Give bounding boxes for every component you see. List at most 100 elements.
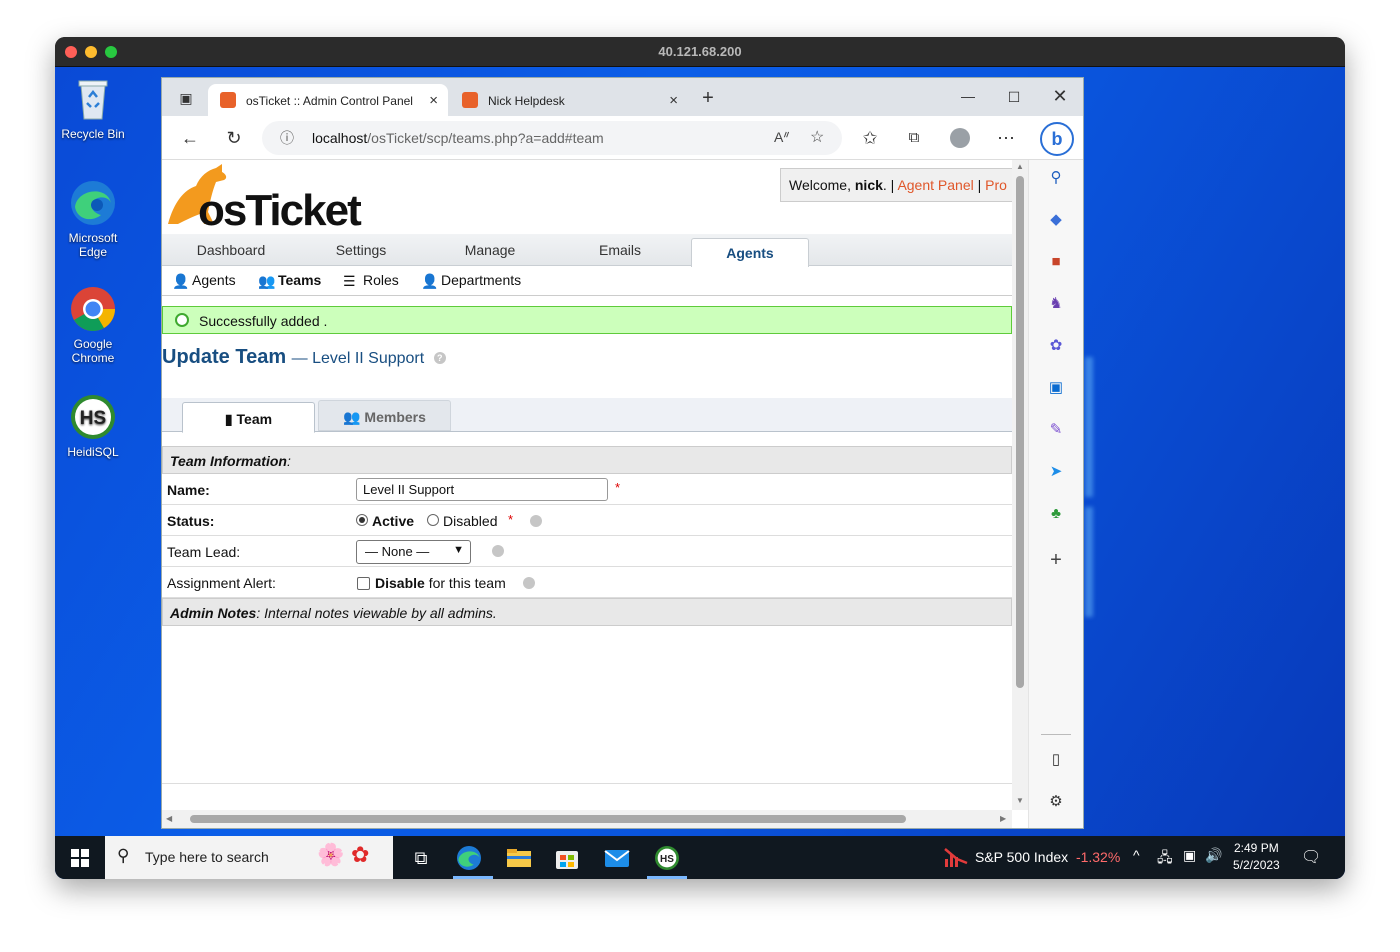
help-tip-icon[interactable]	[523, 577, 535, 589]
meet-now-icon[interactable]: ▣	[1183, 847, 1196, 864]
team-lead-select[interactable]: — None — ▼	[356, 540, 471, 564]
microsoft-365-icon[interactable]: ✿	[1046, 336, 1066, 356]
url-text: localhost/osTicket/scp/teams.php?a=add#t…	[312, 130, 604, 146]
new-tab-button[interactable]: +	[694, 84, 722, 112]
chevron-up-icon[interactable]: ^	[1133, 847, 1140, 863]
address-bar[interactable]: ⓘ localhost/osTicket/scp/teams.php?a=add…	[262, 121, 842, 155]
name-label: Name:	[167, 482, 210, 498]
subnav-teams[interactable]: 👥 Teams	[258, 272, 321, 289]
help-tip-icon[interactable]: ?	[433, 352, 446, 364]
add-icon[interactable]: +	[1046, 550, 1066, 570]
desktop-icon-label: Microsoft Edge	[68, 231, 118, 259]
nav-dashboard[interactable]: Dashboard	[172, 242, 290, 258]
shopping-tag-icon[interactable]: ◆	[1046, 210, 1066, 230]
bing-copilot-icon[interactable]: b	[1040, 122, 1074, 156]
assignment-alert-label: Assignment Alert:	[167, 575, 276, 591]
gear-icon[interactable]: ⚙	[1046, 792, 1066, 812]
more-menu-icon[interactable]: ⋯	[992, 124, 1020, 152]
refresh-icon[interactable]: ↻	[220, 124, 248, 152]
task-view-icon[interactable]: ⧉	[405, 842, 437, 874]
nav-emails[interactable]: Emails	[561, 242, 679, 258]
tab-osticket-admin[interactable]: osTicket :: Admin Control Panel ×	[208, 84, 448, 116]
tab-nick-helpdesk[interactable]: Nick Helpdesk ×	[450, 84, 688, 116]
file-explorer-icon[interactable]	[503, 842, 535, 874]
outlook-icon[interactable]: ▣	[1046, 378, 1066, 398]
windows-start-icon[interactable]	[71, 849, 89, 872]
subnav-roles[interactable]: ☰ Roles	[343, 272, 399, 289]
page-title: Update Team — Level II Support ?	[162, 346, 446, 369]
subnav-departments[interactable]: 👤 Departments	[421, 272, 521, 289]
taskbar-heidisql-icon[interactable]: HS	[651, 842, 683, 874]
status-disabled-radio[interactable]	[427, 514, 439, 526]
read-aloud-icon[interactable]: Aᐥ	[774, 129, 790, 146]
team-name-input[interactable]: Level II Support	[356, 478, 608, 501]
agent-panel-link[interactable]: Agent Panel	[897, 177, 973, 193]
horizontal-scrollbar[interactable]: ◀ ▶	[162, 810, 1012, 828]
desktop-icon-label: Google Chrome	[71, 337, 115, 365]
add-favorite-icon[interactable]: ☆	[810, 127, 824, 147]
nav-manage[interactable]: Manage	[431, 242, 549, 258]
disable-alert-text[interactable]: Disable for this team	[375, 575, 506, 591]
sidebar-divider	[1041, 734, 1071, 735]
info-icon[interactable]: ⓘ	[280, 128, 294, 148]
tab-actions-icon[interactable]: ▣	[172, 84, 200, 112]
notifications-icon[interactable]: 🗨	[1301, 847, 1321, 867]
help-tip-icon[interactable]	[530, 515, 542, 527]
scrollbar-thumb[interactable]	[190, 815, 906, 823]
profile-avatar-icon[interactable]	[946, 124, 974, 152]
volume-icon[interactable]: 🔊	[1205, 847, 1222, 864]
close-icon[interactable]: ✕	[1046, 82, 1074, 110]
status-active-label[interactable]: Active	[372, 513, 414, 529]
desktop-icon-heidisql[interactable]: HS HeidiSQL	[55, 393, 131, 459]
status-active-radio[interactable]	[356, 514, 368, 526]
tab-team[interactable]: ▮ Team	[182, 402, 315, 433]
tab-members[interactable]: 👥 Members	[318, 400, 451, 431]
tab-close-icon[interactable]: ×	[669, 92, 678, 109]
welcome-box: Welcome, nick. | Agent Panel | Pro	[780, 168, 1020, 202]
back-arrow-icon[interactable]: ←	[176, 124, 204, 152]
help-tip-icon[interactable]	[492, 545, 504, 557]
mail-icon[interactable]	[601, 842, 633, 874]
nav-agents-active[interactable]: Agents	[691, 238, 809, 267]
favorites-icon[interactable]: ✩	[856, 124, 884, 152]
games-icon[interactable]: ♞	[1046, 294, 1066, 314]
store-icon[interactable]	[551, 842, 583, 874]
network-icon[interactable]: 🖧	[1157, 847, 1173, 871]
desktop-icon-edge[interactable]: Microsoft Edge	[55, 179, 131, 259]
wallpaper-glow	[1085, 357, 1093, 497]
user-icon: 👤	[172, 273, 190, 289]
tab-close-icon[interactable]: ×	[429, 92, 438, 109]
subnav-agents[interactable]: 👤 Agents	[172, 272, 236, 289]
split-screen-icon[interactable]: ▯	[1046, 750, 1066, 770]
taskbar-search-box[interactable]: ⚲ Type here to search 🌸 ✿	[105, 836, 393, 879]
tools-icon[interactable]: ■	[1046, 252, 1066, 272]
minimize-icon[interactable]: —	[954, 82, 982, 110]
status-disabled-label[interactable]: Disabled	[443, 513, 497, 529]
stock-widget[interactable]: S&P 500 Index -1.32%	[975, 849, 1120, 865]
tree-icon[interactable]: ♣	[1046, 504, 1066, 524]
scroll-up-icon[interactable]: ▲	[1016, 162, 1024, 171]
nav-settings[interactable]: Settings	[302, 242, 420, 258]
scroll-left-icon[interactable]: ◀	[166, 814, 172, 823]
search-icon[interactable]: ⚲	[1046, 168, 1066, 188]
scroll-right-icon[interactable]: ▶	[1000, 814, 1006, 823]
disable-alert-checkbox[interactable]	[357, 577, 370, 590]
admin-notes-editor[interactable]	[162, 634, 1012, 784]
scroll-down-icon[interactable]: ▼	[1016, 796, 1024, 805]
collections-icon[interactable]: ⧉	[900, 124, 928, 152]
search-placeholder: Type here to search	[145, 849, 269, 865]
status-label: Status:	[167, 513, 215, 529]
designer-icon[interactable]: ✎	[1046, 420, 1066, 440]
sub-nav: 👤 Agents 👥 Teams ☰ Roles 👤 Departments	[162, 266, 1012, 296]
desktop-icon-recycle-bin[interactable]: Recycle Bin	[55, 75, 131, 141]
desktop-icon-chrome[interactable]: Google Chrome	[55, 285, 131, 365]
send-icon[interactable]: ➤	[1046, 462, 1066, 482]
taskbar-edge-icon[interactable]	[453, 842, 485, 874]
taskbar-clock[interactable]: 2:49 PM 5/2/2023	[1233, 840, 1280, 874]
desktop-icon-label: Recycle Bin	[61, 127, 125, 141]
profile-link[interactable]: Pro	[985, 177, 1007, 193]
scrollbar-thumb[interactable]	[1016, 176, 1024, 688]
vertical-scrollbar[interactable]: ▲ ▼	[1012, 160, 1028, 810]
maximize-icon[interactable]: ☐	[1000, 83, 1028, 111]
osticket-logo[interactable]: osTicket	[164, 162, 374, 236]
